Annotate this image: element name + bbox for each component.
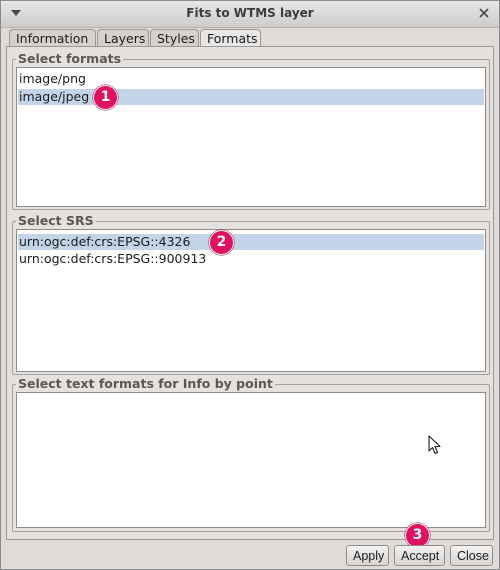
formats-tab-panel: Select formats image/png image/jpeg Sele… [6,46,494,540]
dialog-window: Fits to WTMS layer Information Layers St… [0,0,500,570]
close-button[interactable]: Close [450,545,493,566]
info-formats-title: Select text formats for Info by point [16,376,275,392]
select-formats-group: Select formats image/png image/jpeg [12,51,490,210]
mouse-pointer-icon [428,435,441,455]
select-srs-group: Select SRS urn:ogc:def:crs:EPSG::4326 ur… [12,213,490,375]
list-item[interactable]: image/jpeg [18,89,484,105]
formats-list[interactable]: image/png image/jpeg [16,67,486,207]
apply-button[interactable]: Apply [346,545,389,566]
tab-styles[interactable]: Styles [150,29,199,46]
window-title: Fits to WTMS layer [186,6,314,20]
info-formats-group: Select text formats for Info by point [12,376,490,532]
tab-information[interactable]: Information [9,29,96,46]
step-2-badge: 2 [209,230,234,255]
title-bar[interactable]: Fits to WTMS layer [1,1,499,28]
step-1-badge: 1 [93,85,118,110]
accept-button[interactable]: Accept [394,545,445,566]
list-item[interactable]: image/png [18,71,484,87]
tab-layers[interactable]: Layers [97,29,149,46]
select-formats-title: Select formats [16,51,124,67]
srs-list[interactable]: urn:ogc:def:crs:EPSG::4326 urn:ogc:def:c… [16,229,486,372]
select-srs-title: Select SRS [16,213,96,229]
info-formats-list[interactable] [16,392,486,528]
list-item[interactable]: urn:ogc:def:crs:EPSG::900913 [18,251,484,267]
tab-formats[interactable]: Formats [200,29,261,47]
list-item[interactable]: urn:ogc:def:crs:EPSG::4326 [18,234,484,250]
close-icon[interactable] [477,6,491,20]
